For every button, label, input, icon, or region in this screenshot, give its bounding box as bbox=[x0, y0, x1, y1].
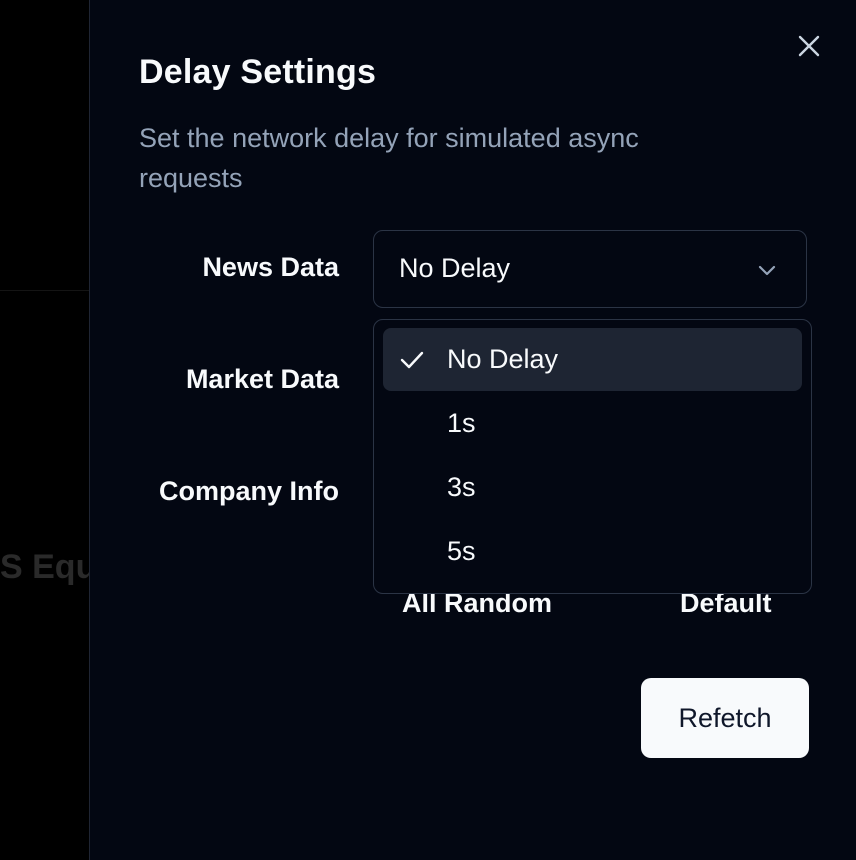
chevron-down-icon bbox=[758, 265, 776, 276]
dialog-description: Set the network delay for simulated asyn… bbox=[139, 123, 639, 193]
option-label: 3s bbox=[447, 472, 476, 502]
dialog-title: Delay Settings bbox=[139, 53, 377, 91]
x-icon bbox=[798, 35, 820, 57]
news-data-select-value: No Delay bbox=[399, 253, 511, 283]
delay-options-dropdown: No Delay 1s 3s 5s bbox=[373, 319, 812, 594]
delay-settings-sheet: Delay Settings Set the network delay for… bbox=[89, 0, 856, 860]
option-no-delay[interactable]: No Delay bbox=[383, 328, 802, 391]
option-label: 5s bbox=[447, 536, 476, 566]
news-data-label: News Data bbox=[202, 252, 339, 282]
option-label: No Delay bbox=[447, 344, 559, 374]
close-button[interactable] bbox=[796, 33, 822, 59]
option-1s[interactable]: 1s bbox=[383, 392, 802, 455]
market-data-label: Market Data bbox=[185, 364, 339, 394]
option-5s[interactable]: 5s bbox=[383, 520, 802, 583]
news-data-select[interactable]: No Delay bbox=[373, 230, 807, 308]
option-3s[interactable]: 3s bbox=[383, 456, 802, 519]
option-label: 1s bbox=[447, 408, 476, 438]
page-backdrop: S Equ bbox=[0, 0, 90, 860]
backdrop-divider bbox=[0, 290, 90, 291]
company-info-label: Company Info bbox=[159, 476, 339, 506]
check-icon bbox=[400, 351, 424, 369]
refetch-button[interactable]: Refetch bbox=[641, 678, 809, 758]
backdrop-heading: S Equ bbox=[0, 548, 90, 586]
